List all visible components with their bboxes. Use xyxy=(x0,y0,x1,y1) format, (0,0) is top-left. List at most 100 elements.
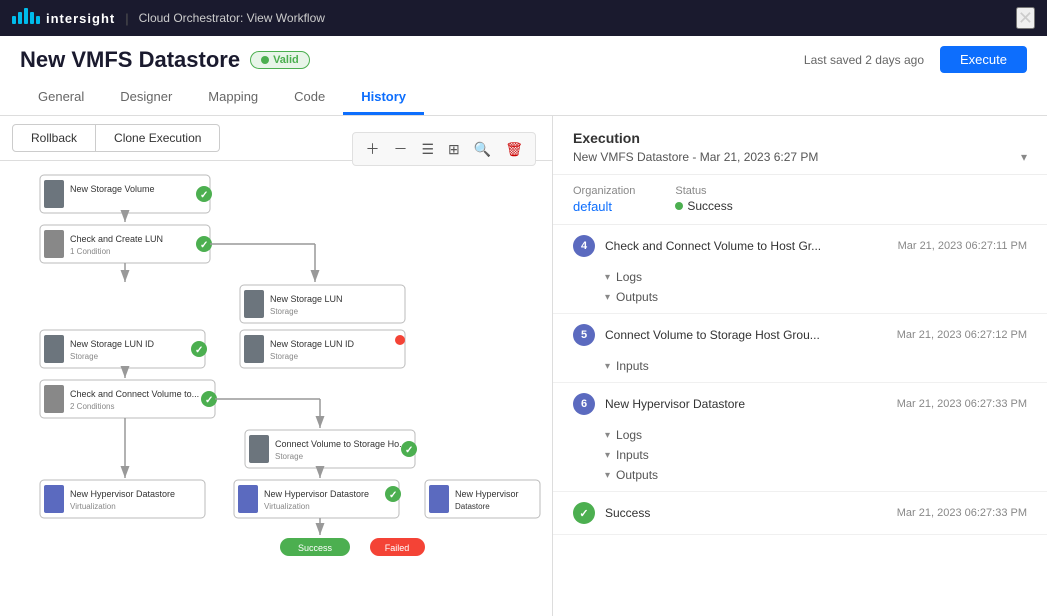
exec-item-time-0: Mar 21, 2023 06:27:11 PM xyxy=(898,240,1027,252)
title-row: New VMFS Datastore Valid xyxy=(20,47,310,73)
topbar-separator: | xyxy=(125,11,128,26)
execution-header: Execution New VMFS Datastore - Mar 21, 2… xyxy=(553,116,1047,175)
exec-sub-row-0-1[interactable]: ▾ Outputs xyxy=(605,287,1027,307)
svg-text:1 Condition: 1 Condition xyxy=(70,247,110,256)
exec-item-name-3: Success xyxy=(605,506,887,520)
topbar-left: intersight | Cloud Orchestrator: View Wo… xyxy=(12,8,325,28)
execution-panel: Execution New VMFS Datastore - Mar 21, 2… xyxy=(553,116,1047,616)
execution-items: 4 Check and Connect Volume to Host Gr...… xyxy=(553,225,1047,535)
svg-text:Check and Create LUN: Check and Create LUN xyxy=(70,234,163,244)
table-icon-button[interactable]: ⊞ xyxy=(444,139,464,160)
cisco-logo: intersight xyxy=(12,8,115,28)
header-right: Last saved 2 days ago Execute xyxy=(804,46,1027,73)
svg-text:✓: ✓ xyxy=(200,190,208,201)
exec-sub-1: ▾ Inputs xyxy=(553,356,1047,382)
sub-label-0-0: Logs xyxy=(616,270,642,284)
exec-item-header-3: ✓ Success Mar 21, 2023 06:27:33 PM xyxy=(553,492,1047,534)
workflow-toolbar: ＋ － ☰ ⊞ 🔍 🗑 xyxy=(352,132,536,166)
exec-sub-row-2-1[interactable]: ▾ Inputs xyxy=(605,445,1027,465)
exec-item-num-0: 4 xyxy=(573,235,595,257)
sub-label-1-0: Inputs xyxy=(616,359,649,373)
valid-label: Valid xyxy=(273,54,299,66)
execute-button[interactable]: Execute xyxy=(940,46,1027,73)
sub-chevron-icon: ▾ xyxy=(605,450,610,461)
exec-item-time-1: Mar 21, 2023 06:27:12 PM xyxy=(897,329,1027,341)
topbar-workflow-label: Cloud Orchestrator: View Workflow xyxy=(139,11,325,25)
exec-sub-row-1-0[interactable]: ▾ Inputs xyxy=(605,356,1027,376)
exec-sub-row-0-0[interactable]: ▾ Logs xyxy=(605,267,1027,287)
svg-text:New Storage LUN: New Storage LUN xyxy=(270,294,343,304)
svg-text:Storage: Storage xyxy=(270,307,299,316)
svg-text:✓: ✓ xyxy=(405,445,413,456)
exec-item-1: 5 Connect Volume to Storage Host Grou...… xyxy=(553,314,1047,383)
exec-sub-0: ▾ Logs ▾ Outputs xyxy=(553,267,1047,313)
remove-icon-button[interactable]: － xyxy=(389,137,411,161)
execution-chevron-icon: ▾ xyxy=(1021,150,1027,164)
tab-history[interactable]: History xyxy=(343,81,424,115)
svg-text:Storage: Storage xyxy=(270,352,299,361)
sub-chevron-icon: ▾ xyxy=(605,430,610,441)
exec-item-header-0: 4 Check and Connect Volume to Host Gr...… xyxy=(553,225,1047,267)
svg-text:Connect Volume to Storage Ho..: Connect Volume to Storage Ho... xyxy=(275,439,407,449)
valid-badge: Valid xyxy=(250,51,310,69)
exec-item-name-2: New Hypervisor Datastore xyxy=(605,397,887,411)
svg-text:✓: ✓ xyxy=(200,240,208,251)
workflow-panel: Rollback Clone Execution ＋ － ☰ ⊞ 🔍 🗑 xyxy=(0,116,553,616)
exec-item-num-3: ✓ xyxy=(573,502,595,524)
status-success-badge: Success xyxy=(675,199,732,213)
exec-item-time-3: Mar 21, 2023 06:27:33 PM xyxy=(897,507,1027,519)
main-content: Rollback Clone Execution ＋ － ☰ ⊞ 🔍 🗑 xyxy=(0,116,1047,616)
svg-text:New Storage LUN ID: New Storage LUN ID xyxy=(270,339,355,349)
add-icon-button[interactable]: ＋ xyxy=(361,137,383,161)
tab-mapping[interactable]: Mapping xyxy=(190,81,276,115)
execution-meta: Organization default Status Success xyxy=(553,175,1047,225)
svg-text:New Hypervisor: New Hypervisor xyxy=(455,489,519,499)
workflow-svg: New Storage Volume ✓ Check and Create LU… xyxy=(10,170,550,616)
sub-chevron-icon: ▾ xyxy=(605,361,610,372)
svg-text:Failed: Failed xyxy=(385,543,410,553)
svg-text:Check and Connect Volume to...: Check and Connect Volume to... xyxy=(70,389,199,399)
tab-designer[interactable]: Designer xyxy=(102,81,190,115)
sub-chevron-icon: ▾ xyxy=(605,292,610,303)
svg-text:Storage: Storage xyxy=(275,452,304,461)
exec-item-2: 6 New Hypervisor Datastore Mar 21, 2023 … xyxy=(553,383,1047,492)
tab-bar: GeneralDesignerMappingCodeHistory xyxy=(20,81,1027,115)
svg-text:✓: ✓ xyxy=(389,490,397,501)
org-value[interactable]: default xyxy=(573,199,612,214)
svg-text:New Storage LUN ID: New Storage LUN ID xyxy=(70,339,155,349)
page-header: New VMFS Datastore Valid Last saved 2 da… xyxy=(0,36,1047,116)
exec-item-name-0: Check and Connect Volume to Host Gr... xyxy=(605,239,888,253)
exec-item-0: 4 Check and Connect Volume to Host Gr...… xyxy=(553,225,1047,314)
org-item: Organization default xyxy=(573,185,635,214)
delete-icon-button[interactable]: 🗑 xyxy=(501,139,527,160)
exec-item-num-2: 6 xyxy=(573,393,595,415)
status-label: Status xyxy=(675,185,732,197)
status-value: Success xyxy=(687,199,732,213)
topbar: intersight | Cloud Orchestrator: View Wo… xyxy=(0,0,1047,36)
svg-text:✓: ✓ xyxy=(205,395,213,406)
svg-text:Success: Success xyxy=(298,543,333,553)
svg-text:Virtualization: Virtualization xyxy=(70,502,116,511)
search-icon-button[interactable]: 🔍 xyxy=(470,139,495,160)
exec-sub-row-2-0[interactable]: ▾ Logs xyxy=(605,425,1027,445)
cisco-logo-icon xyxy=(12,8,40,28)
rollback-button[interactable]: Rollback xyxy=(12,124,96,152)
clone-execution-button[interactable]: Clone Execution xyxy=(96,124,220,152)
execution-subtitle: New VMFS Datastore - Mar 21, 2023 6:27 P… xyxy=(573,150,1027,164)
svg-text:Datastore: Datastore xyxy=(455,502,490,511)
close-button[interactable]: ✕ xyxy=(1016,7,1035,29)
svg-text:✓: ✓ xyxy=(195,345,203,356)
status-dot-icon xyxy=(675,202,683,210)
list-icon-button[interactable]: ☰ xyxy=(417,139,438,160)
svg-text:New Hypervisor Datastore: New Hypervisor Datastore xyxy=(264,489,369,499)
tab-code[interactable]: Code xyxy=(276,81,343,115)
workflow-diagram: New Storage Volume ✓ Check and Create LU… xyxy=(10,170,542,616)
exec-item-header-1: 5 Connect Volume to Storage Host Grou...… xyxy=(553,314,1047,356)
page-title: New VMFS Datastore xyxy=(20,47,240,73)
tab-general[interactable]: General xyxy=(20,81,102,115)
exec-sub-row-2-2[interactable]: ▾ Outputs xyxy=(605,465,1027,485)
svg-text:New Hypervisor Datastore: New Hypervisor Datastore xyxy=(70,489,175,499)
exec-item-name-1: Connect Volume to Storage Host Grou... xyxy=(605,328,887,342)
sub-chevron-icon: ▾ xyxy=(605,272,610,283)
exec-sub-2: ▾ Logs ▾ Inputs ▾ Outputs xyxy=(553,425,1047,491)
